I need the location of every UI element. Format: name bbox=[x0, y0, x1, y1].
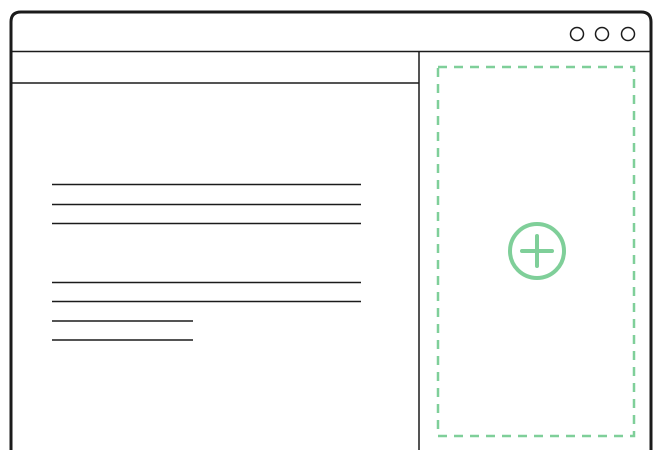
window-control-circle-icon[interactable] bbox=[594, 26, 610, 42]
window-illustration bbox=[9, 10, 653, 450]
add-widget-drop-zone[interactable] bbox=[436, 65, 636, 438]
app-window-mockup bbox=[0, 0, 656, 450]
window-control-circle-icon[interactable] bbox=[569, 26, 585, 42]
add-circle-icon[interactable] bbox=[508, 222, 566, 280]
browser-window bbox=[0, 0, 656, 450]
window-control-circle-icon[interactable] bbox=[620, 26, 636, 42]
